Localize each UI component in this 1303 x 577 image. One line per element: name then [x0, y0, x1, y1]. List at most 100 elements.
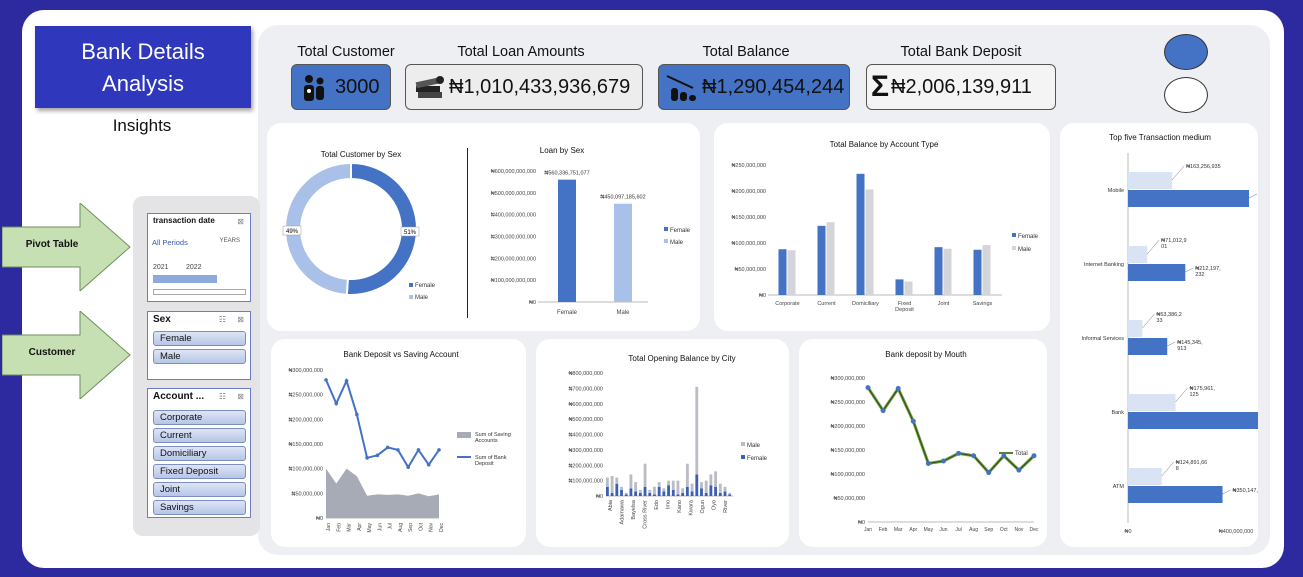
bar-male [704, 480, 708, 493]
legend-label: Male [1018, 247, 1032, 253]
marker-total [956, 450, 962, 456]
timeline-bar[interactable] [153, 275, 217, 283]
bar-male [643, 463, 647, 487]
pivot-table-arrow[interactable]: Pivot Table [1, 201, 132, 293]
c-ds-ytick: ₦250,000,000 [288, 393, 323, 399]
clear-filter-icon[interactable]: ⊠ [237, 217, 244, 226]
clear-filter-icon[interactable]: ⊠ [237, 315, 244, 324]
sex-option-female[interactable]: Female [153, 331, 246, 346]
account-option-fixed-deposit[interactable]: Fixed Deposit [153, 464, 246, 479]
legend-swatch [1012, 233, 1016, 237]
bar-male [681, 488, 685, 493]
marker-total [1031, 453, 1037, 459]
data-label: ₦71,012,9 01 [1161, 238, 1186, 250]
marker-total [940, 458, 946, 464]
marker-total [986, 470, 992, 476]
loan-ytick: ₦500,000,000,000 [491, 191, 536, 197]
bar-female [685, 486, 689, 496]
bar-female [610, 492, 614, 496]
marker-total [1001, 453, 1007, 459]
kpi-label-total-customer: Total Customer [297, 44, 395, 60]
x-tick: Mar [894, 527, 903, 533]
marker-total [910, 418, 916, 424]
legend-label: Sum of Bank Deposit [475, 455, 507, 467]
customer-arrow[interactable]: Customer [1, 309, 132, 401]
account-slicer[interactable]: Account ... ☷ ⊠ Corporate Current Domici… [147, 388, 251, 518]
data-label: ₦212,197, 232 [1195, 266, 1221, 278]
bar-female [714, 486, 718, 496]
x-tick: Apr [357, 523, 363, 531]
bar-male [653, 486, 656, 495]
x-tick: Bayelsa [631, 499, 637, 520]
bar-female [695, 474, 699, 496]
kpi-value: ₦1,010,433,936,679 [449, 75, 631, 98]
account-option-joint[interactable]: Joint [153, 482, 246, 497]
balance-ytick: ₦250,000,000 [731, 163, 766, 169]
date-timeline-slicer[interactable]: transaction date ⊠ All Periods YEARS 202… [147, 213, 251, 302]
account-option-domiciliary[interactable]: Domiciliary [153, 446, 246, 461]
legend-label: Female [415, 283, 436, 289]
chart-title: Bank deposit by Mouth [885, 350, 966, 359]
leader-line [1146, 239, 1160, 255]
city-ytick: ₦700,000,000 [568, 386, 603, 392]
leader-line [1248, 193, 1258, 199]
bar-medium [1128, 468, 1162, 485]
timeline-level[interactable]: YEARS [220, 238, 240, 244]
c-ds-ytick: ₦150,000,000 [288, 442, 323, 448]
c-mon-ytick: ₦0 [858, 520, 865, 526]
marker-total [925, 460, 931, 466]
c-mon-ytick: ₦200,000,000 [830, 424, 865, 430]
balance-ytick: ₦200,000,000 [731, 189, 766, 195]
city-ytick: ₦500,000,000 [568, 417, 603, 423]
x-tick: Abia [608, 499, 614, 511]
legend-swatch [1012, 246, 1016, 250]
marker-bank-deposit [426, 462, 431, 467]
all-periods-label[interactable]: All Periods [152, 238, 188, 247]
x-tick: Feb [336, 523, 342, 532]
bar-male [787, 250, 796, 295]
kpi-total-customer: 3000 [291, 64, 391, 110]
bar-female [690, 491, 694, 496]
y-tick: Informal Services [1082, 336, 1125, 342]
account-option-current[interactable]: Current [153, 428, 246, 443]
card-opening-city: Total Opening Balance by City ₦0 ₦100,000,… [536, 339, 789, 547]
bar-male [685, 463, 689, 487]
sex-slicer[interactable]: Sex ☷ ⊠ Female Male [147, 311, 251, 380]
x-tick: Nov [1014, 527, 1023, 533]
bar-male [606, 477, 609, 487]
x-tick: May [367, 523, 373, 533]
year-label-2021: 2021 [153, 264, 169, 271]
clear-filter-icon[interactable]: ⊠ [237, 392, 244, 401]
marker-bank-deposit [344, 379, 349, 383]
bar-male [865, 189, 874, 295]
x-tick: Imo [666, 500, 672, 509]
bar-male [826, 222, 835, 295]
timeline-scrollbar[interactable] [153, 289, 246, 295]
account-option-savings[interactable]: Savings [153, 500, 246, 515]
c-ds-ytick: ₦200,000,000 [288, 417, 323, 423]
multi-select-icon[interactable]: ☷ [219, 315, 226, 324]
x-tick: Fixed Deposit [895, 301, 914, 313]
theme-toggle-blue[interactable] [1164, 34, 1208, 70]
x-tick: Apr [909, 527, 917, 533]
legend-swatch [409, 295, 413, 299]
marker-bank-deposit [406, 465, 410, 469]
bar-female [653, 494, 656, 496]
insights-label: Insights [112, 116, 172, 135]
balance-ytick: ₦100,000,000 [731, 241, 766, 247]
sex-option-male[interactable]: Male [153, 349, 246, 364]
x-tick: ₦400,000,000 [1219, 529, 1254, 535]
x-tick: Nov [429, 523, 435, 532]
multi-select-icon[interactable]: ☷ [219, 392, 226, 401]
bar-female [667, 485, 670, 496]
c-ds-ytick: ₦50,000,000 [292, 491, 324, 497]
loan-ytick: ₦300,000,000,000 [491, 235, 536, 241]
bar-female [662, 491, 666, 496]
legend-swatch [664, 227, 668, 231]
x-tick: Joint [938, 301, 950, 307]
theme-toggle-white[interactable] [1164, 77, 1208, 113]
marker-total [895, 386, 901, 392]
marker-total [971, 453, 977, 459]
x-tick: Adamawa [619, 499, 625, 524]
account-option-corporate[interactable]: Corporate [153, 410, 246, 425]
